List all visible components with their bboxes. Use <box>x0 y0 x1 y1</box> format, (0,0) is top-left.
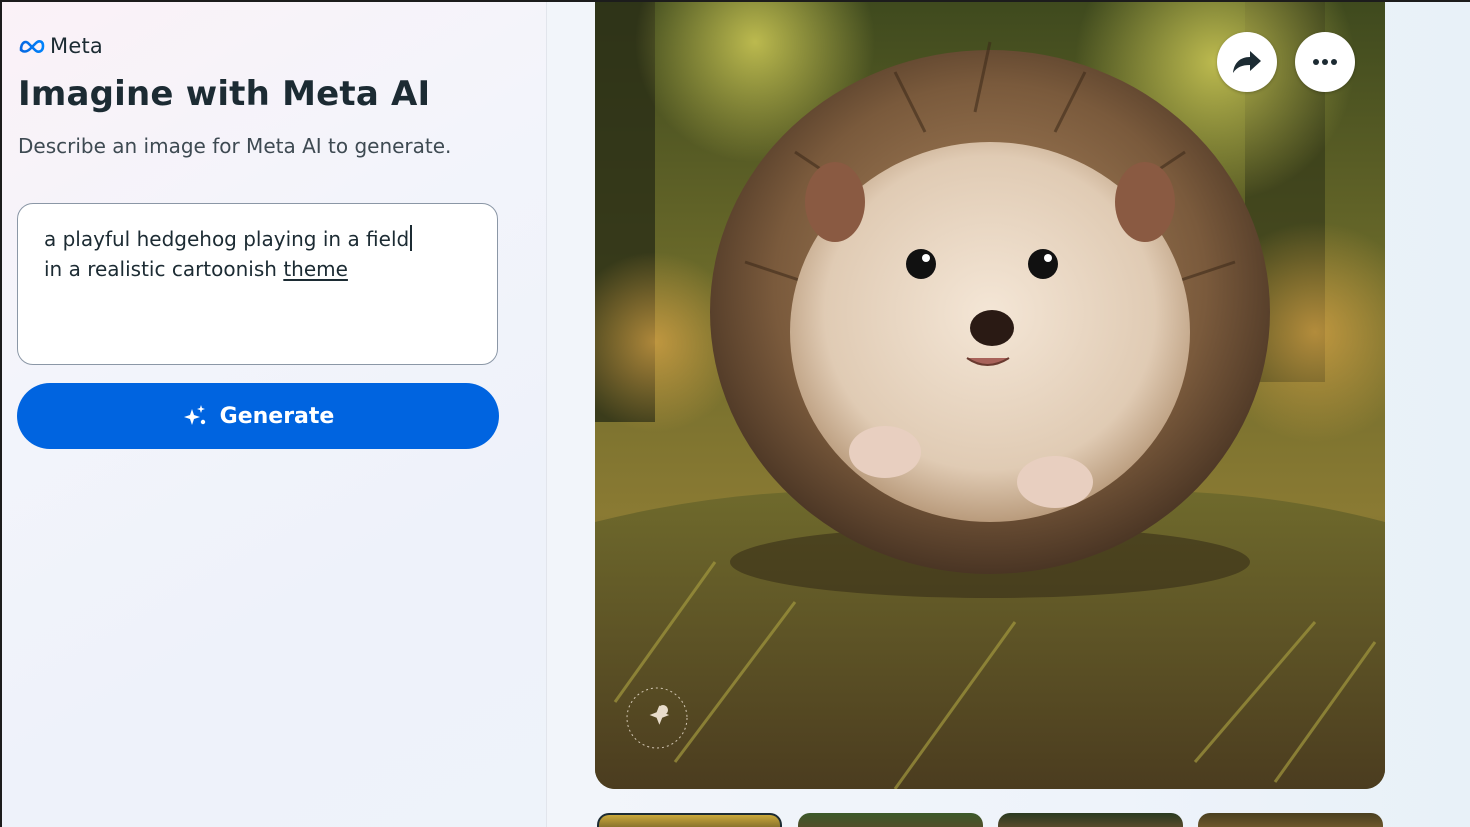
generate-button[interactable]: Generate <box>17 383 499 449</box>
thumbnail-4[interactable] <box>1198 813 1383 827</box>
prompt-input[interactable]: a playful hedgehog playing in a field in… <box>17 203 498 365</box>
thumbnail-3[interactable] <box>998 813 1183 827</box>
meta-logo[interactable]: Meta <box>18 34 103 58</box>
thumbnail-2[interactable] <box>798 813 983 827</box>
more-dots-icon <box>1313 59 1337 65</box>
left-panel: Meta Imagine with Meta AI Describe an im… <box>2 2 547 827</box>
prompt-text: a playful hedgehog playing in a field in… <box>44 224 471 284</box>
prompt-line-2: in a realistic cartoonish <box>44 257 284 281</box>
prompt-underlined-word: theme <box>283 257 348 281</box>
page-title: Imagine with Meta AI <box>18 74 431 114</box>
thumbnail-strip <box>595 813 1385 827</box>
generated-image[interactable] <box>595 2 1385 789</box>
share-arrow-icon <box>1233 51 1261 73</box>
generate-label: Generate <box>219 403 335 429</box>
meta-infinity-icon <box>19 40 45 53</box>
share-button[interactable] <box>1217 32 1277 92</box>
brand-name: Meta <box>50 34 103 58</box>
thumbnail-1[interactable] <box>597 813 782 827</box>
page-subtitle: Describe an image for Meta AI to generat… <box>18 134 452 158</box>
prompt-line-1: a playful hedgehog playing in a field <box>44 227 410 251</box>
hedgehog-image <box>595 2 1385 789</box>
text-caret <box>410 225 413 251</box>
sparkle-icon <box>183 405 205 425</box>
more-options-button[interactable] <box>1295 32 1355 92</box>
